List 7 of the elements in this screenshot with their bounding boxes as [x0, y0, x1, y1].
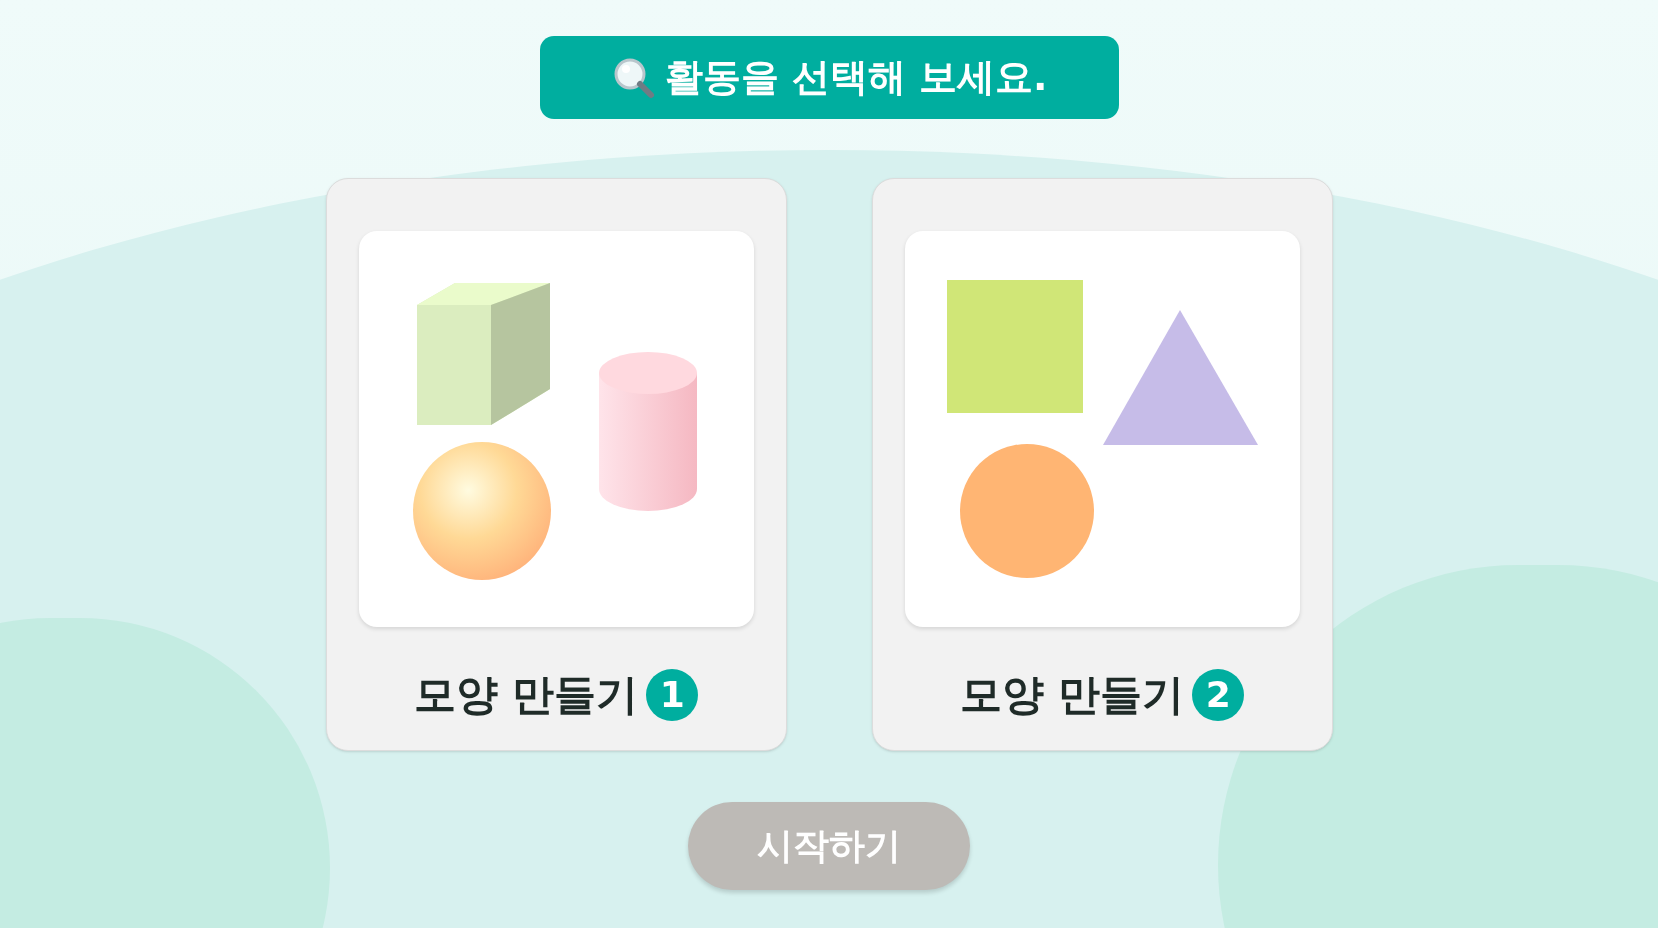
card-title: 모양 만들기	[959, 669, 1185, 721]
title-text: 활동을 선택해 보세요.	[664, 54, 1048, 101]
number-badge: 2	[1192, 668, 1245, 721]
activity-card[interactable]: 모양 만들기 1	[325, 178, 787, 751]
card-title: 모양 만들기	[413, 669, 639, 721]
number-badge: 1	[646, 668, 699, 721]
activity-card[interactable]: 모양 만들기 2	[871, 178, 1333, 751]
